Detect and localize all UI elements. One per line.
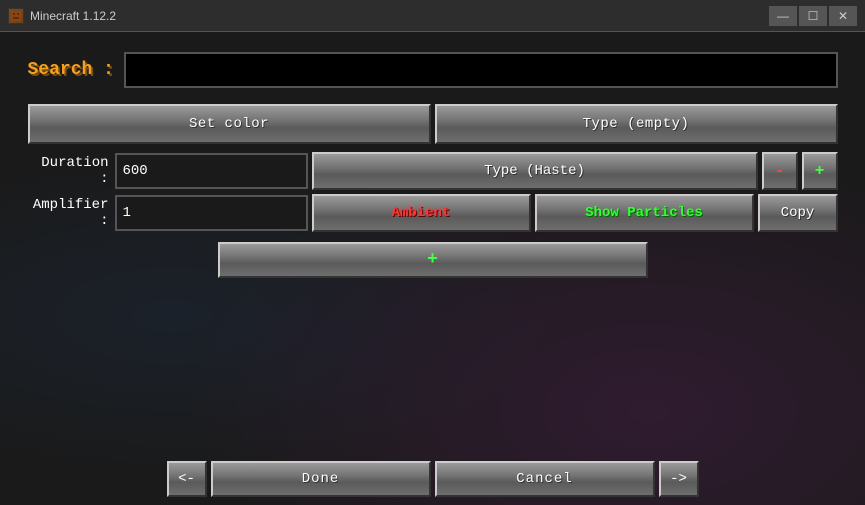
duration-row: Duration : <box>28 152 308 190</box>
effect-row: Duration : Amplifier : Type (Haste) - + <box>23 152 843 232</box>
set-color-button[interactable]: Set color <box>28 104 431 144</box>
main-content: Search : Set color Type (empty) Duration… <box>0 32 865 505</box>
minus-button[interactable]: - <box>762 152 798 190</box>
add-row: + <box>28 242 838 278</box>
minimize-button[interactable]: — <box>769 6 797 26</box>
copy-button[interactable]: Copy <box>758 194 838 232</box>
search-label: Search : <box>28 60 114 80</box>
amplifier-input[interactable] <box>115 195 308 231</box>
done-button[interactable]: Done <box>211 461 431 497</box>
title-bar-left: Minecraft 1.12.2 <box>8 8 116 24</box>
duration-label: Duration : <box>28 155 109 187</box>
close-button[interactable]: ✕ <box>829 6 857 26</box>
app-icon <box>8 8 24 24</box>
title-bar: Minecraft 1.12.2 — ☐ ✕ <box>0 0 865 32</box>
add-button[interactable]: + <box>218 242 648 278</box>
ambient-button[interactable]: Ambient <box>312 194 531 232</box>
effect-controls: Type (Haste) - + Ambient Show Particles … <box>312 152 838 232</box>
app-title: Minecraft 1.12.2 <box>30 9 116 23</box>
cancel-button[interactable]: Cancel <box>435 461 655 497</box>
top-buttons-row: Set color Type (empty) <box>23 104 843 144</box>
duration-input[interactable] <box>115 153 308 189</box>
type-haste-button[interactable]: Type (Haste) <box>312 152 758 190</box>
search-row: Search : <box>23 52 843 88</box>
type-empty-button[interactable]: Type (empty) <box>435 104 838 144</box>
plus-button[interactable]: + <box>802 152 838 190</box>
search-input[interactable] <box>124 52 838 88</box>
title-bar-buttons: — ☐ ✕ <box>769 6 857 26</box>
amplifier-label: Amplifier : <box>28 197 109 229</box>
panel: Search : Set color Type (empty) Duration… <box>23 32 843 278</box>
action-row: Ambient Show Particles Copy <box>312 194 838 232</box>
show-particles-button[interactable]: Show Particles <box>535 194 754 232</box>
prev-button[interactable]: <- <box>167 461 207 497</box>
bottom-nav: <- Done Cancel -> <box>0 453 865 505</box>
fields-column: Duration : Amplifier : <box>28 152 308 232</box>
amplifier-row: Amplifier : <box>28 194 308 232</box>
maximize-button[interactable]: ☐ <box>799 6 827 26</box>
type-row: Type (Haste) - + <box>312 152 838 190</box>
next-button[interactable]: -> <box>659 461 699 497</box>
